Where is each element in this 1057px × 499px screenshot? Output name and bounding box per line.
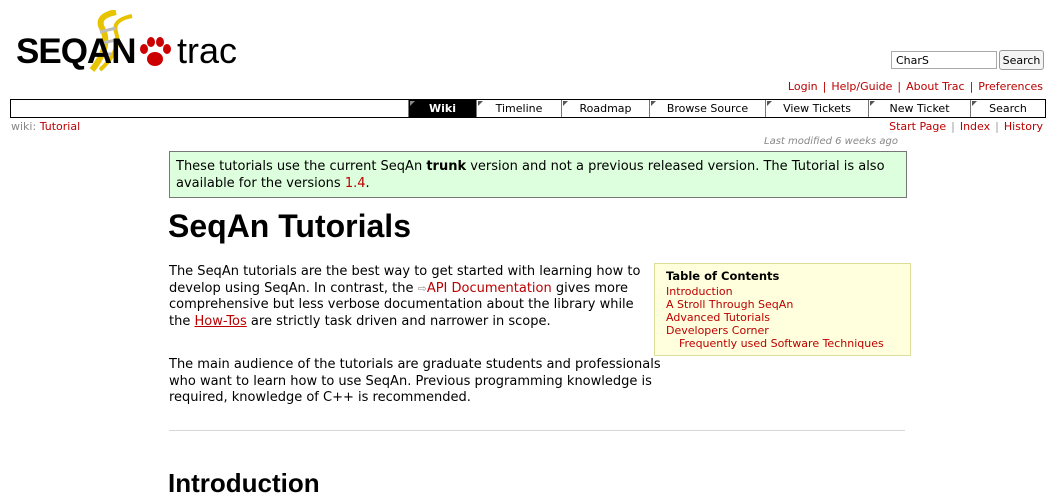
paragraph-text: are strictly task driven and narrower in… xyxy=(246,313,551,329)
seqan-trac-logo[interactable]: SEQAN trac xyxy=(14,10,237,72)
start-page-link[interactable]: Start Page xyxy=(889,120,946,133)
version-1-4-link[interactable]: 1.4 xyxy=(345,176,366,191)
history-link[interactable]: History xyxy=(1004,120,1043,133)
logo-wordmark-trac: trac xyxy=(177,30,238,71)
toc-title: Table of Contents xyxy=(666,269,780,283)
toc-item-developers-corner[interactable]: Developers Corner xyxy=(666,324,904,337)
separator: | xyxy=(969,80,974,93)
search-input[interactable] xyxy=(891,51,997,69)
section-heading-introduction: Introduction xyxy=(168,468,320,498)
tab-new-ticket[interactable]: New Ticket xyxy=(868,100,970,117)
notice-box: These tutorials use the current SeqAn tr… xyxy=(169,151,907,198)
meta-navigation: Login | Help/Guide | About Trac | Preferences xyxy=(788,80,1043,93)
toc-item-advanced[interactable]: Advanced Tutorials xyxy=(666,311,904,324)
main-navigation: Wiki Timeline Roadmap Browse Source View… xyxy=(10,99,1046,118)
page-title: SeqAn Tutorials xyxy=(168,208,411,244)
table-of-contents: Table of Contents Introduction A Stroll … xyxy=(654,263,911,356)
tab-browse-source[interactable]: Browse Source xyxy=(649,100,765,117)
last-modified: Last modified 6 weeks ago xyxy=(764,136,898,147)
help-guide-link[interactable]: Help/Guide xyxy=(831,80,892,93)
preferences-link[interactable]: Preferences xyxy=(978,80,1043,93)
separator: | xyxy=(995,120,999,133)
external-link-icon: ⇨ xyxy=(417,281,427,295)
notice-text: These tutorials use the current SeqAn xyxy=(176,159,427,174)
toc-subitem-software-techniques[interactable]: Frequently used Software Techniques xyxy=(666,337,904,350)
breadcrumb-prefix: wiki: xyxy=(11,120,37,133)
breadcrumb-tutorial-link[interactable]: Tutorial xyxy=(40,120,80,133)
paw-icon xyxy=(140,37,171,66)
separator: | xyxy=(951,120,955,133)
about-trac-link[interactable]: About Trac xyxy=(906,80,964,93)
api-documentation-link[interactable]: API Documentation xyxy=(427,281,552,296)
notice-text: . xyxy=(365,176,370,191)
audience-paragraph: The main audience of the tutorials are g… xyxy=(169,357,661,405)
toc-item-introduction[interactable]: Introduction xyxy=(666,285,904,298)
section-divider xyxy=(169,430,905,431)
tab-wiki[interactable]: Wiki xyxy=(408,100,476,117)
intro-paragraph: The SeqAn tutorials are the best way to … xyxy=(169,264,649,330)
breadcrumb: wiki: Tutorial xyxy=(11,120,80,133)
tab-view-tickets[interactable]: View Tickets xyxy=(765,100,868,117)
notice-trunk: trunk xyxy=(426,159,467,174)
context-navigation: Start Page | Index | History xyxy=(889,120,1043,133)
tab-roadmap[interactable]: Roadmap xyxy=(561,100,649,117)
tab-timeline[interactable]: Timeline xyxy=(476,100,561,117)
tab-search[interactable]: Search xyxy=(970,100,1045,117)
logo-wordmark-seqan: SEQAN xyxy=(16,32,136,71)
login-link[interactable]: Login xyxy=(788,80,818,93)
separator: | xyxy=(897,80,902,93)
toc-item-stroll[interactable]: A Stroll Through SeqAn xyxy=(666,298,904,311)
index-link[interactable]: Index xyxy=(960,120,990,133)
search-button[interactable]: Search xyxy=(999,50,1044,70)
separator: | xyxy=(822,80,827,93)
how-tos-link[interactable]: How-Tos xyxy=(194,314,246,329)
